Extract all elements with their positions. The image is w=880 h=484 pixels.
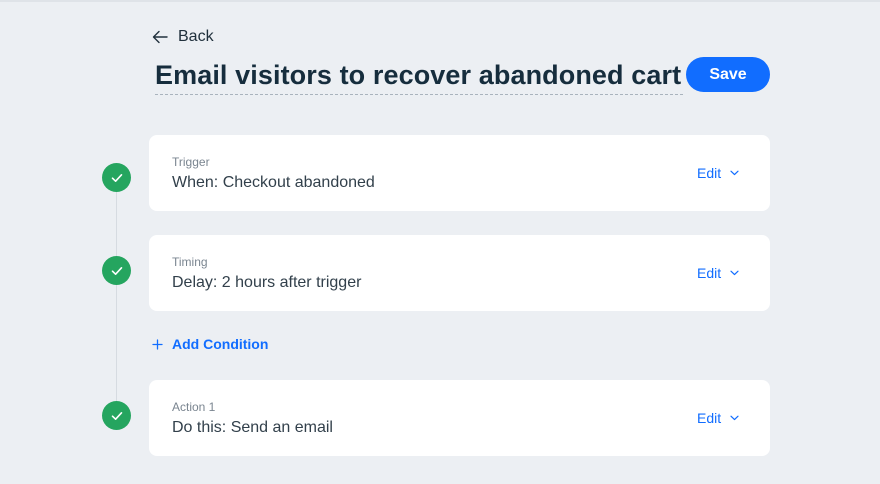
edit-button[interactable]: Edit	[697, 263, 739, 283]
back-link[interactable]: Back	[152, 27, 214, 47]
step-complete-indicator	[102, 256, 131, 285]
check-icon	[111, 411, 122, 420]
edit-label: Edit	[697, 165, 722, 181]
chevron-down-icon	[730, 170, 739, 176]
arrow-left-icon	[152, 30, 168, 44]
step-label: Action 1	[172, 400, 216, 414]
step-card-timing[interactable]: Timing Delay: 2 hours after trigger Edit	[149, 235, 770, 311]
edit-button[interactable]: Edit	[697, 408, 739, 428]
step-label: Trigger	[172, 155, 210, 169]
check-icon	[111, 173, 122, 182]
save-button[interactable]: Save	[686, 57, 770, 92]
add-condition-label: Add Condition	[172, 336, 269, 352]
step-complete-indicator	[102, 163, 131, 192]
step-value: Delay: 2 hours after trigger	[172, 274, 362, 291]
step-complete-indicator	[102, 401, 131, 430]
chevron-down-icon	[730, 415, 739, 421]
check-icon	[111, 266, 122, 275]
top-edge-divider	[0, 0, 880, 2]
timeline-connector	[116, 178, 117, 416]
plus-icon	[152, 338, 163, 350]
edit-button[interactable]: Edit	[697, 163, 739, 183]
chevron-down-icon	[730, 270, 739, 276]
back-label: Back	[178, 28, 214, 45]
step-value: Do this: Send an email	[172, 419, 333, 436]
page-title[interactable]: Email visitors to recover abandoned cart	[155, 58, 683, 95]
edit-label: Edit	[697, 410, 722, 426]
add-condition-button[interactable]: Add Condition	[152, 334, 268, 354]
edit-label: Edit	[697, 265, 722, 281]
step-value: When: Checkout abandoned	[172, 174, 375, 191]
step-label: Timing	[172, 255, 208, 269]
step-card-action[interactable]: Action 1 Do this: Send an email Edit	[149, 380, 770, 456]
step-card-trigger[interactable]: Trigger When: Checkout abandoned Edit	[149, 135, 770, 211]
